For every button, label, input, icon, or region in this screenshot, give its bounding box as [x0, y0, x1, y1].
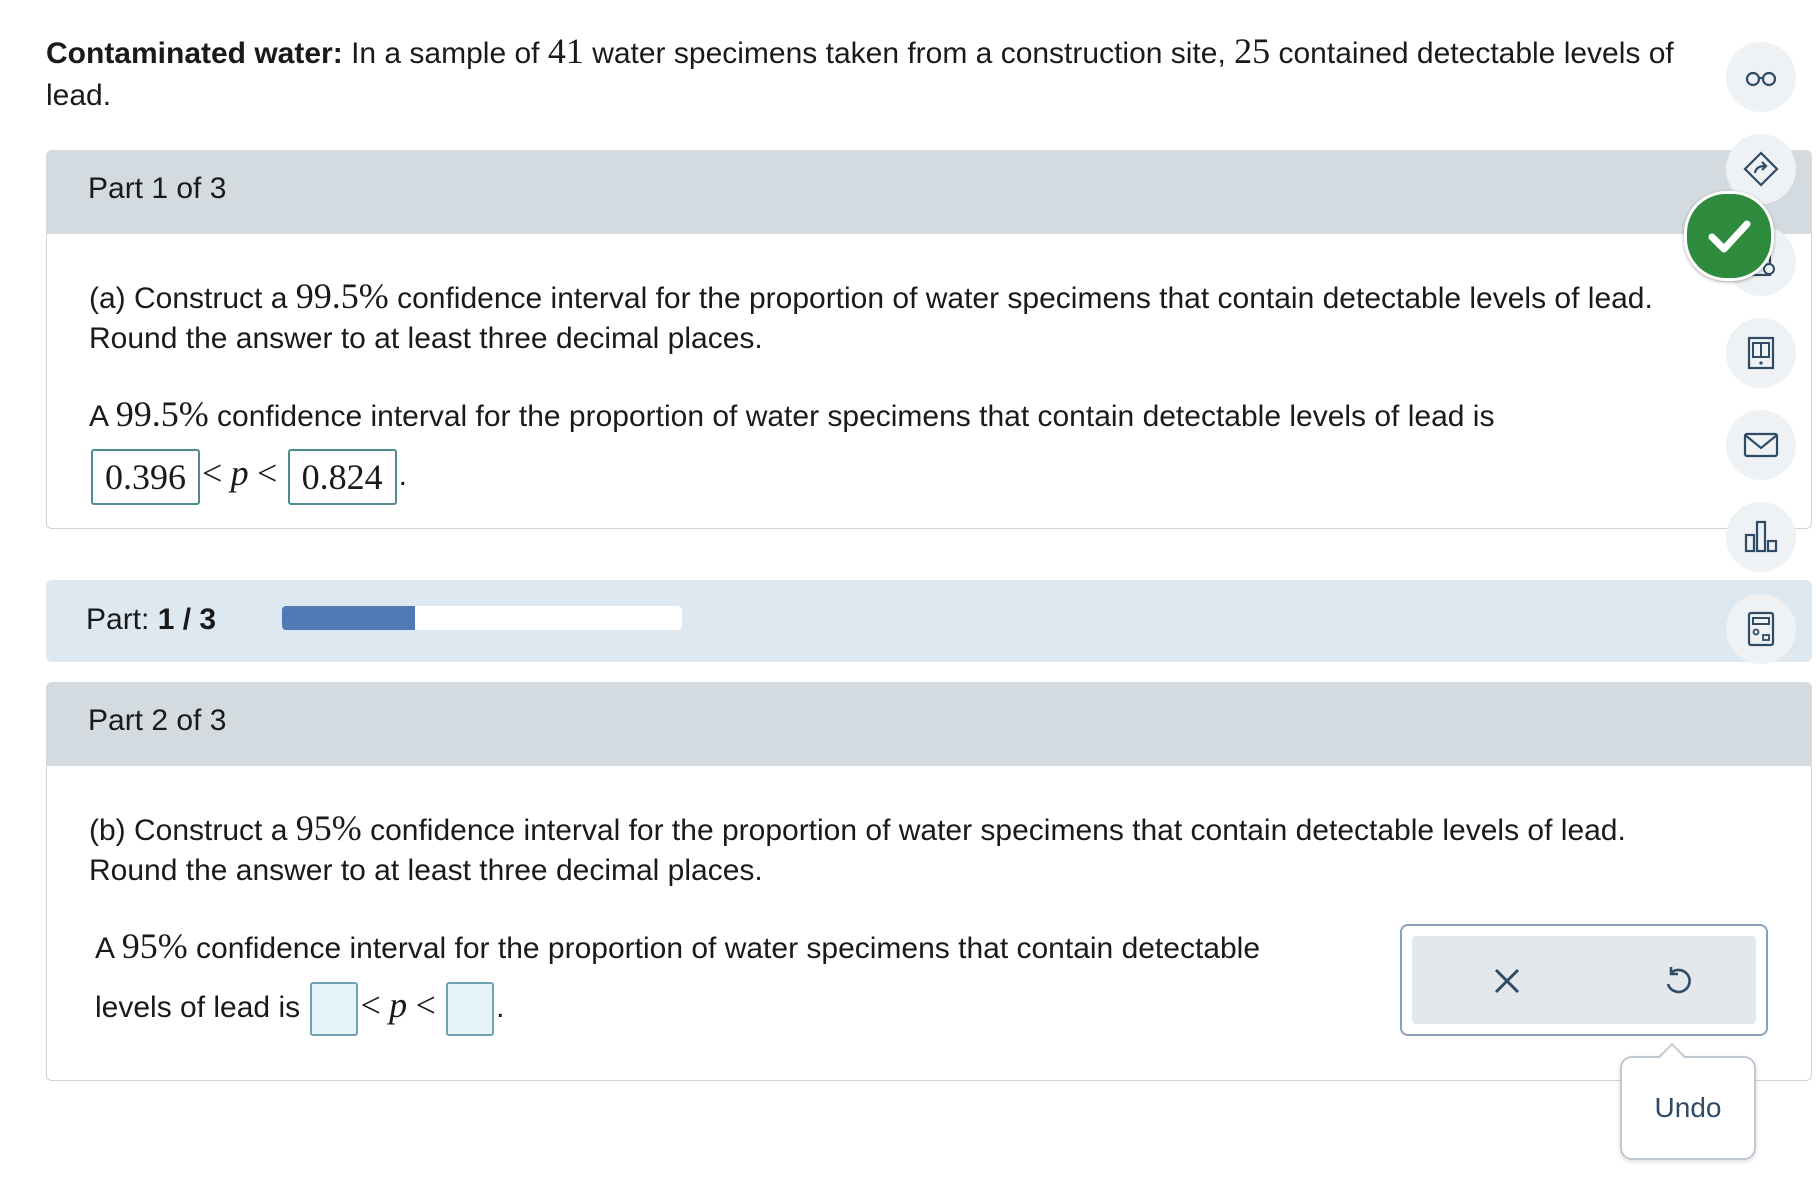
answer-toolbox [1400, 924, 1768, 1036]
p-variable: p [389, 985, 408, 1025]
part1-body: (a) Construct a 99.5% confidence interva… [46, 234, 1812, 529]
checkmark-icon [1708, 220, 1751, 253]
clear-button[interactable] [1482, 956, 1532, 1006]
glasses-button[interactable] [1726, 42, 1796, 112]
answer-text: levels of lead is [95, 991, 301, 1024]
undo-tooltip-label: Undo [1654, 1092, 1722, 1123]
success-count: 25 [1234, 31, 1271, 71]
part2-header-label: Part 2 of 3 [88, 704, 227, 737]
period: . [398, 459, 407, 492]
stats-button[interactable] [1726, 502, 1796, 572]
ebook-icon [1747, 336, 1775, 370]
answer-text: confidence interval for the proportion o… [217, 400, 1495, 433]
question-text: (a) Construct a [89, 282, 288, 315]
toolbox-inner [1412, 936, 1756, 1024]
problem-text: water specimens taken from a constructio… [592, 37, 1226, 70]
progress-value: 1 / 3 [157, 603, 217, 636]
correct-check-badge [1684, 191, 1774, 281]
progress-label-text: Part: [86, 603, 150, 636]
message-button[interactable] [1726, 410, 1796, 480]
round-instruction: Round the answer to at least three decim… [89, 854, 763, 887]
problem-text: In a sample of [351, 37, 540, 70]
lower-bound-input[interactable] [310, 982, 359, 1037]
question-text: (b) Construct a [89, 814, 288, 847]
part1-question: (a) Construct a 99.5% confidence interva… [89, 276, 1789, 359]
answer-text: A [89, 400, 108, 433]
p-variable: p [230, 453, 249, 493]
part2-header: Part 2 of 3 [46, 682, 1812, 766]
less-than-sign: < [360, 985, 381, 1025]
part2-question: (b) Construct a 95% confidence interval … [89, 808, 1789, 891]
less-than-sign: < [257, 453, 278, 493]
message-icon [1743, 432, 1779, 458]
close-icon [1494, 968, 1520, 994]
upper-bound-answer: 0.824 [287, 449, 397, 506]
part-progress: Part: 1 / 3 [46, 580, 1812, 662]
glasses-icon [1745, 71, 1777, 87]
sample-size: 41 [547, 31, 584, 71]
progress-fill [282, 606, 416, 630]
period: . [496, 991, 505, 1024]
stats-icon [1744, 520, 1778, 553]
ebook-button[interactable] [1726, 318, 1796, 388]
answer-text: A [95, 932, 114, 965]
question-text: confidence interval for the proportion o… [397, 282, 1653, 315]
confidence-level: 95% [121, 926, 188, 966]
lower-bound-answer: 0.396 [91, 449, 200, 506]
progress-label: Part: 1 / 3 [86, 603, 216, 637]
upper-bound-input[interactable] [446, 982, 495, 1037]
undo-button[interactable] [1652, 956, 1702, 1006]
part2-answer: A 95% confidence interval for the propor… [95, 918, 1415, 1037]
share-icon [1743, 151, 1779, 187]
part1-header: Part 1 of 3 [46, 150, 1812, 234]
problem-title: Contaminated water: [46, 37, 343, 70]
calculator-icon [1747, 611, 1775, 647]
confidence-level: 99.5% [295, 276, 389, 316]
calculator-button[interactable] [1726, 594, 1796, 664]
round-instruction: Round the answer to at least three decim… [89, 322, 763, 355]
undo-icon [1666, 967, 1691, 994]
part1-header-label: Part 1 of 3 [88, 172, 227, 205]
less-than-sign: < [202, 453, 223, 493]
confidence-level: 95% [295, 808, 362, 848]
answer-text: confidence interval for the proportion o… [196, 932, 1261, 965]
undo-tooltip: Undo [1620, 1056, 1756, 1160]
question-text: confidence interval for the proportion o… [370, 814, 1626, 847]
less-than-sign: < [415, 985, 436, 1025]
part1-answer: A 99.5% confidence interval for the prop… [89, 386, 1789, 506]
progress-track [282, 606, 682, 630]
confidence-level: 99.5% [115, 394, 209, 434]
problem-statement: Contaminated water: In a sample of 41 wa… [46, 30, 1746, 117]
